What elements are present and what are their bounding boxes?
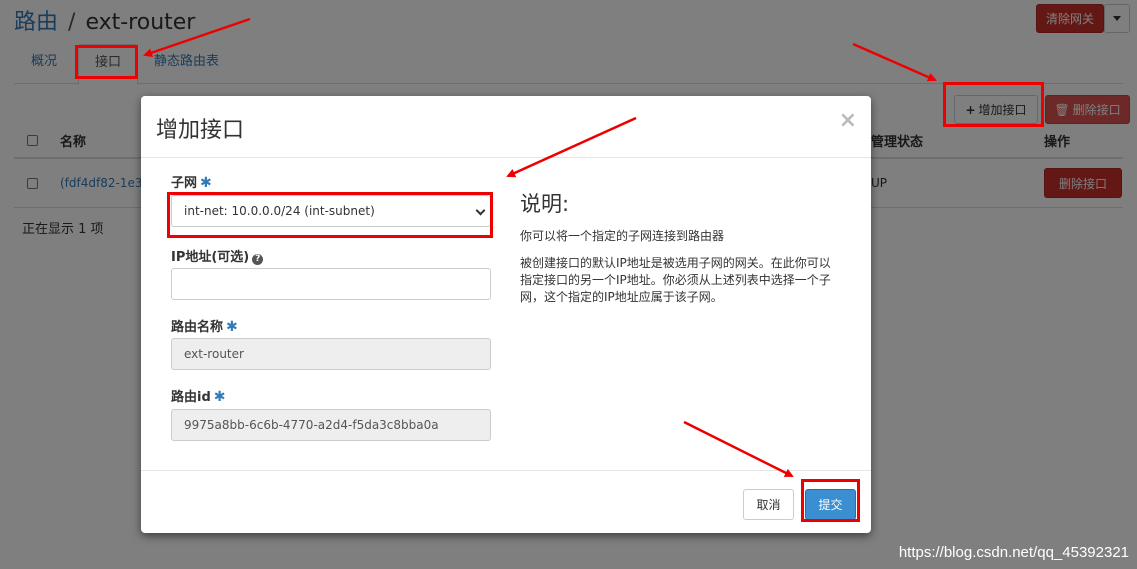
- description-paragraph-2: 被创建接口的默认IP地址是被选用子网的网关。在此你可以指定接口的另一个IP地址。…: [520, 256, 831, 304]
- required-asterisk-icon: ✱: [200, 175, 212, 191]
- modal-footer: 取消 提交: [141, 470, 871, 533]
- annotation-box-interfaces-tab: [75, 45, 138, 79]
- add-interface-modal: 增加接口 × 子网 ✱ int-net: 10.0.0.0/24 (int-sub…: [141, 96, 871, 533]
- subnet-label-text: 子网: [171, 176, 198, 191]
- watermark-text: https://blog.csdn.net/qq_45392321: [898, 544, 1129, 561]
- router-id-label-text: 路由id: [171, 390, 211, 405]
- router-id-label: 路由id ✱: [171, 386, 226, 405]
- question-help-icon[interactable]: ?: [252, 254, 264, 265]
- required-asterisk-icon: ✱: [213, 389, 226, 405]
- annotation-box-submit: [801, 479, 860, 522]
- ip-address-label-text: IP地址(可选): [171, 250, 250, 265]
- description-panel: 说明: 你可以将一个指定的子网连接到路由器 被创建接口的默认IP地址是被选用子网…: [520, 188, 840, 316]
- modal-header: 增加接口 ×: [141, 96, 871, 158]
- router-name-label-text: 路由名称: [171, 320, 224, 335]
- ip-address-input[interactable]: [171, 268, 491, 300]
- description-title: 说明:: [520, 192, 570, 216]
- annotation-box-add-interface: [943, 82, 1044, 127]
- router-id-field: 9975a8bb-6c6b-4770-a2d4-f5da3c8bba0a: [171, 409, 491, 441]
- required-asterisk-icon: ✱: [226, 319, 238, 335]
- description-paragraph-1: 你可以将一个指定的子网连接到路由器: [520, 229, 725, 243]
- modal-title: 增加接口: [156, 118, 245, 143]
- router-name-label: 路由名称 ✱: [171, 316, 238, 335]
- router-name-field: ext-router: [171, 338, 491, 370]
- subnet-label: 子网 ✱: [171, 172, 212, 191]
- close-icon[interactable]: ×: [839, 108, 857, 133]
- annotation-box-subnet-select: [167, 192, 493, 238]
- ip-address-label: IP地址(可选)?: [171, 246, 264, 265]
- cancel-button[interactable]: 取消: [743, 489, 794, 520]
